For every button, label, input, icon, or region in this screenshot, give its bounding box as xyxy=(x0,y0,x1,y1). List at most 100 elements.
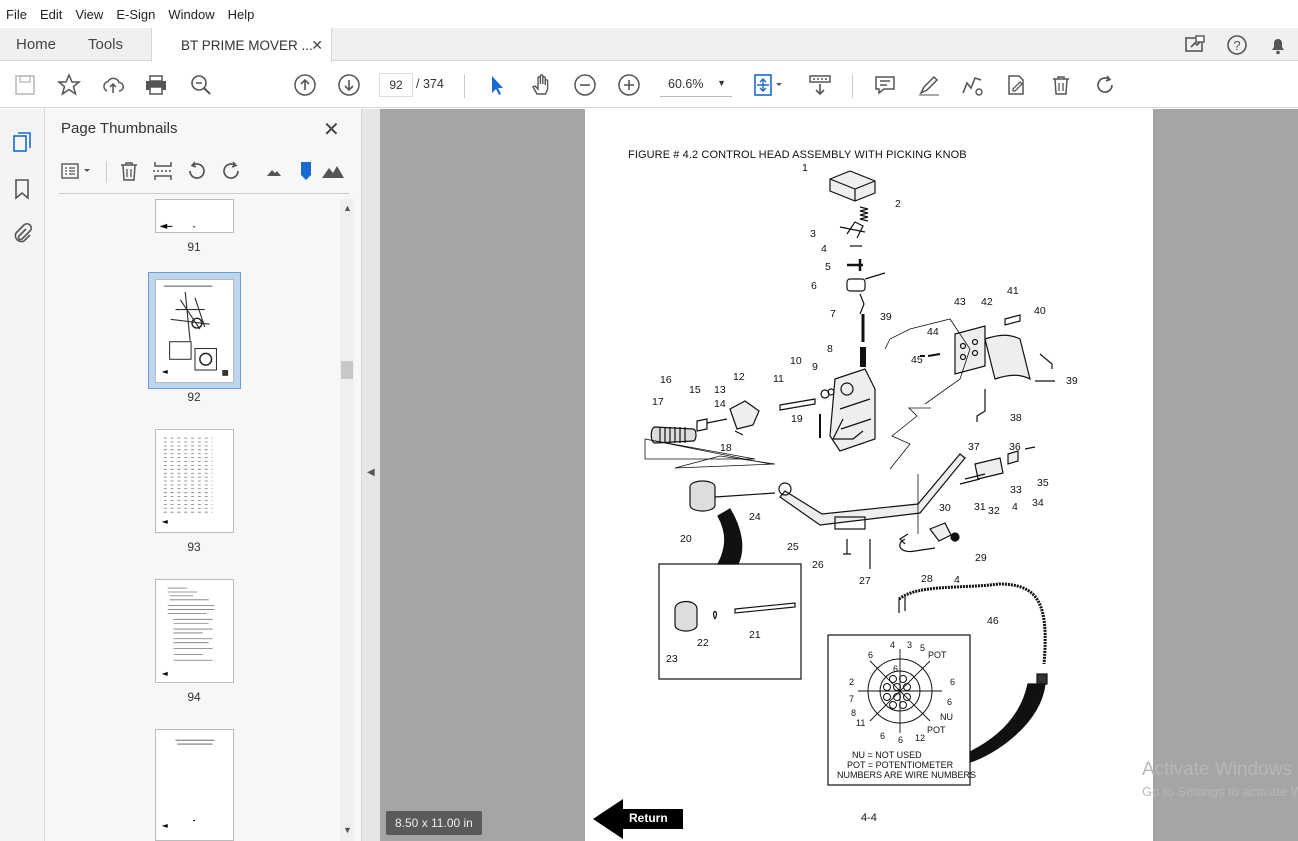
thumbnail-page-92[interactable] xyxy=(155,279,234,383)
page-size-indicator: 8.50 x 11.00 in xyxy=(386,811,482,835)
wire-label: 5 xyxy=(920,643,925,653)
wire-label: 11 xyxy=(856,718,865,728)
menu-edit[interactable]: Edit xyxy=(40,7,62,22)
menu-bar: File Edit View E-Sign Window Help xyxy=(0,0,1298,28)
callout-12: 12 xyxy=(733,371,745,383)
thumbnail-page-number: 94 xyxy=(187,690,201,704)
rotate-clockwise-icon[interactable] xyxy=(219,159,243,183)
notifications-bell-icon[interactable] xyxy=(1266,33,1290,57)
thumbnail-page-95[interactable] xyxy=(155,729,234,841)
highlight-pen-icon[interactable] xyxy=(917,73,941,97)
thumbnail-page-91[interactable] xyxy=(155,199,234,233)
callout-23: 23 xyxy=(666,653,678,665)
rotate-clockwise-icon[interactable] xyxy=(1093,73,1117,97)
thumbnail-options-icon[interactable] xyxy=(59,159,95,183)
save-icon[interactable] xyxy=(13,73,37,97)
delete-page-icon[interactable] xyxy=(117,159,141,183)
callout-18: 18 xyxy=(720,442,732,454)
bookmarks-icon[interactable] xyxy=(10,177,34,201)
scroll-down-icon[interactable]: ▼ xyxy=(343,825,352,835)
thumbnail-list[interactable]: 91 92 93 94 xyxy=(45,199,340,841)
callout-34: 34 xyxy=(1032,497,1044,509)
callout-43: 43 xyxy=(954,296,966,308)
zoom-level-dropdown[interactable]: 60.6% ▼ xyxy=(660,73,732,97)
help-icon[interactable]: ? xyxy=(1225,33,1249,57)
sign-document-icon[interactable] xyxy=(1004,73,1028,97)
callout-4: 4 xyxy=(821,243,827,255)
panel-collapse-strip[interactable]: ◀ xyxy=(362,109,380,841)
scroll-mode-icon[interactable] xyxy=(808,73,832,97)
menu-file[interactable]: File xyxy=(6,7,27,22)
collapse-panel-icon[interactable]: ◀ xyxy=(367,467,375,478)
menu-view[interactable]: View xyxy=(75,7,103,22)
page-thumbnails-icon[interactable] xyxy=(10,130,34,154)
next-page-icon[interactable] xyxy=(337,73,361,97)
zoom-search-icon[interactable] xyxy=(189,73,213,97)
menu-esign[interactable]: E-Sign xyxy=(116,7,155,22)
navigation-rail xyxy=(0,109,45,841)
thumbnail-page-number: 93 xyxy=(187,540,201,554)
zoom-out-icon[interactable] xyxy=(573,73,597,97)
thumbnail-page-number: 92 xyxy=(187,390,201,404)
tab-home[interactable]: Home xyxy=(16,28,56,61)
thumbnail-size-slider-icon[interactable] xyxy=(294,159,318,183)
delete-trash-icon[interactable] xyxy=(1049,73,1073,97)
return-label[interactable]: Return xyxy=(629,811,668,825)
callout-13: 13 xyxy=(714,384,726,396)
close-panel-icon[interactable]: ✕ xyxy=(323,117,340,142)
draw-freehand-icon[interactable] xyxy=(960,73,984,97)
callout-14: 14 xyxy=(714,398,726,410)
thumbnail-scrollbar[interactable]: ▲ ▼ xyxy=(340,199,354,841)
attachments-paperclip-icon[interactable] xyxy=(10,222,34,246)
bookmark-star-icon[interactable] xyxy=(56,73,82,97)
callout-19: 19 xyxy=(791,413,803,425)
callout-20: 20 xyxy=(680,533,692,545)
activation-watermark-title: Activate Windows xyxy=(1142,759,1292,780)
wire-label: 8 xyxy=(851,708,856,718)
wire-label: 4 xyxy=(890,640,895,650)
print-icon[interactable] xyxy=(144,73,168,97)
page-number-input[interactable] xyxy=(379,73,413,97)
thumbnail-preview xyxy=(161,587,215,676)
toolbar-divider xyxy=(464,74,465,98)
callout-30: 30 xyxy=(939,502,951,514)
previous-page-icon[interactable] xyxy=(293,73,317,97)
callout-24: 24 xyxy=(749,511,761,523)
close-tab-icon[interactable]: ✕ xyxy=(311,37,323,54)
callout-46: 46 xyxy=(987,615,999,627)
zoom-level-value: 60.6% xyxy=(668,77,704,91)
document-tab[interactable]: BT PRIME MOVER ... ✕ xyxy=(151,28,332,62)
callout-17: 17 xyxy=(652,396,664,408)
activation-watermark-subtitle: Go to Settings to activate Windows. xyxy=(1142,784,1298,799)
menu-window[interactable]: Window xyxy=(168,7,214,22)
fit-page-icon[interactable] xyxy=(752,73,786,97)
thumbnail-page-93[interactable] xyxy=(155,429,234,533)
menu-help[interactable]: Help xyxy=(228,7,255,22)
extract-page-icon[interactable] xyxy=(151,159,175,183)
rotate-counterclockwise-icon[interactable] xyxy=(185,159,209,183)
zoom-in-icon[interactable] xyxy=(617,73,641,97)
callout-29: 29 xyxy=(975,552,987,564)
callout-45: 45 xyxy=(911,354,923,366)
share-screen-icon[interactable] xyxy=(1183,33,1207,57)
thumbnail-size-large-icon[interactable] xyxy=(321,159,345,183)
select-cursor-icon[interactable] xyxy=(485,73,509,97)
document-viewport[interactable]: ◀ FIGURE # 4.2 CONTROL HEAD ASSEMBLY WIT… xyxy=(362,109,1298,841)
scrollbar-thumb[interactable] xyxy=(341,361,353,379)
panel-divider xyxy=(59,193,349,194)
toolbar-divider xyxy=(106,161,107,183)
callout-5: 5 xyxy=(825,261,831,273)
wire-label: 6 xyxy=(950,677,955,687)
thumbnail-size-small-icon[interactable] xyxy=(262,159,286,183)
thumbnail-page-94[interactable] xyxy=(155,579,234,683)
comment-icon[interactable] xyxy=(873,73,897,97)
thumbnail-toolbar xyxy=(59,157,349,187)
scroll-up-icon[interactable]: ▲ xyxy=(343,203,352,213)
tab-tools[interactable]: Tools xyxy=(88,28,123,61)
callout-4-b: 4 xyxy=(1012,501,1018,513)
hand-tool-icon[interactable] xyxy=(529,73,553,97)
wire-label: 6 xyxy=(880,731,885,741)
upload-cloud-icon[interactable] xyxy=(101,73,125,97)
callout-32: 32 xyxy=(988,505,1000,517)
callout-37: 37 xyxy=(968,441,980,453)
